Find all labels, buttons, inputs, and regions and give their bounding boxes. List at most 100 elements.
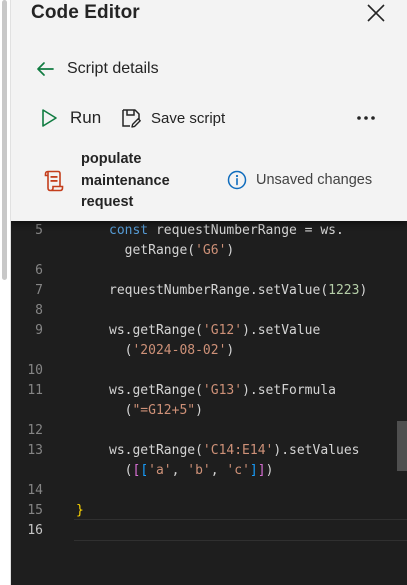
script-info-row: populate maintenance request Unsaved cha… [11, 146, 407, 218]
arrow-left-icon [37, 62, 54, 76]
code-line: 6 [11, 261, 407, 281]
code-token: ) [195, 403, 203, 418]
code-line: 7 requestNumberRange.setValue(1223) [11, 281, 407, 301]
script-name-line: maintenance [81, 172, 170, 189]
unsaved-changes-label: Unsaved changes [256, 172, 373, 188]
line-number: 13 [27, 443, 43, 458]
panel-title: Code Editor [31, 2, 140, 23]
code-line: 9 ws.getRange('G12').setValue [11, 321, 407, 341]
code-editor-header: Code Editor Script details Run Save scri… [11, 0, 407, 221]
code-token: ).setFormula [242, 383, 336, 398]
code-line: ([['a', 'b', 'c']]) [11, 461, 407, 481]
code-text: ws.getRange('C14:E14').setValues [109, 441, 359, 461]
code-token: 'C14:E14' [202, 443, 274, 458]
code-text: ws.getRange('G13').setFormula [109, 381, 336, 401]
code-token: , [171, 463, 188, 478]
code-token: '2024-08-02' [132, 343, 227, 358]
code-token: requestNumberRange.setValue( [109, 283, 329, 298]
code-token: ).setValue [242, 323, 321, 338]
script-file-icon [44, 170, 64, 192]
code-token: 'a' [148, 463, 172, 478]
code-text: getRange('G6') [109, 241, 235, 261]
script-name: populate maintenance request [81, 149, 201, 214]
run-label: Run [70, 108, 102, 127]
line-number: 12 [27, 423, 43, 438]
code-line: 12 [11, 421, 407, 441]
code-line: 13 ws.getRange('C14:E14').setValues [11, 441, 407, 461]
code-token: ws.getRange( [109, 323, 203, 338]
line-number: 16 [27, 523, 43, 538]
code-token: "=G12+5" [132, 403, 196, 418]
back-label: Script details [67, 60, 159, 77]
code-text: ("=G12+5") [109, 401, 203, 421]
code-line: 14 [11, 481, 407, 501]
code-token: getRange( [109, 243, 196, 258]
code-token: ) [359, 283, 368, 298]
left-scrollbar-thumb[interactable] [2, 0, 7, 280]
code-token: ( [109, 403, 133, 418]
code-token: ) [226, 243, 235, 258]
code-token: ).setValues [273, 443, 360, 458]
code-line: 15} [11, 501, 407, 521]
code-token: ws.getRange( [109, 383, 203, 398]
code-line: 8 [11, 301, 407, 321]
code-editor-area[interactable]: 5 const requestNumberRange = ws. getRange… [11, 221, 407, 585]
line-number: 10 [27, 363, 43, 378]
line-number: 14 [27, 483, 43, 498]
save-script-icon [122, 109, 141, 128]
code-token: const [109, 223, 156, 238]
more-horizontal-icon [357, 116, 375, 120]
line-number: 7 [35, 283, 43, 298]
run-button[interactable]: Run [40, 104, 101, 132]
code-token: ( [109, 343, 133, 358]
save-script-label: Save script [151, 109, 226, 127]
editor-toolbar: Run Save script [40, 104, 380, 132]
code-token: ( [109, 463, 133, 478]
code-token: , [210, 463, 227, 478]
code-token: [ [140, 463, 149, 478]
left-scrollbar[interactable] [0, 0, 11, 585]
code-token: 'G13' [202, 383, 243, 398]
code-token: ] [257, 463, 266, 478]
line-number: 5 [35, 223, 43, 238]
code-token: ws.getRange( [109, 443, 203, 458]
code-line: 5 const requestNumberRange = ws. [11, 221, 407, 241]
code-text: const requestNumberRange = ws. [109, 221, 344, 241]
back-to-script-details-button[interactable]: Script details [35, 56, 159, 82]
unsaved-changes-status: Unsaved changes [227, 169, 372, 191]
play-icon [42, 109, 57, 127]
line-number: 15 [27, 503, 43, 518]
code-token: 'b' [187, 463, 211, 478]
code-line: ('2024-08-02') [11, 341, 407, 361]
code-line: 10 [11, 361, 407, 381]
code-token: 'G6' [195, 243, 227, 258]
code-text: ('2024-08-02') [109, 341, 235, 361]
code-token: 1223 [328, 283, 360, 298]
close-button[interactable] [365, 2, 387, 24]
code-token: 'c' [226, 463, 250, 478]
script-name-line: request [81, 194, 134, 210]
script-name-line: populate [81, 151, 142, 167]
code-token: ] [249, 463, 258, 478]
save-script-button[interactable]: Save script [120, 104, 225, 132]
more-options-button[interactable] [354, 106, 378, 130]
line-number: 11 [27, 383, 43, 398]
line-number: 6 [35, 263, 43, 278]
code-token: ) [226, 343, 235, 358]
close-icon [367, 4, 385, 22]
code-text: requestNumberRange.setValue(1223) [109, 281, 367, 301]
code-token: } [76, 503, 84, 518]
code-text: ws.getRange('G12').setValue [109, 321, 320, 341]
code-token: 'G12' [202, 323, 243, 338]
code-token: ) [265, 463, 274, 478]
line-number: 9 [35, 323, 43, 338]
code-token: requestNumberRange = ws. [155, 223, 344, 238]
code-line: getRange('G6') [11, 241, 407, 261]
code-line: 11 ws.getRange('G13').setFormula [11, 381, 407, 401]
code-line: ("=G12+5") [11, 401, 407, 421]
info-icon [227, 170, 247, 190]
code-line: 16 [11, 521, 407, 541]
code-text: ([['a', 'b', 'c']]) [109, 461, 274, 481]
code-text: } [76, 501, 84, 521]
editor-scrollbar-thumb[interactable] [397, 421, 407, 471]
